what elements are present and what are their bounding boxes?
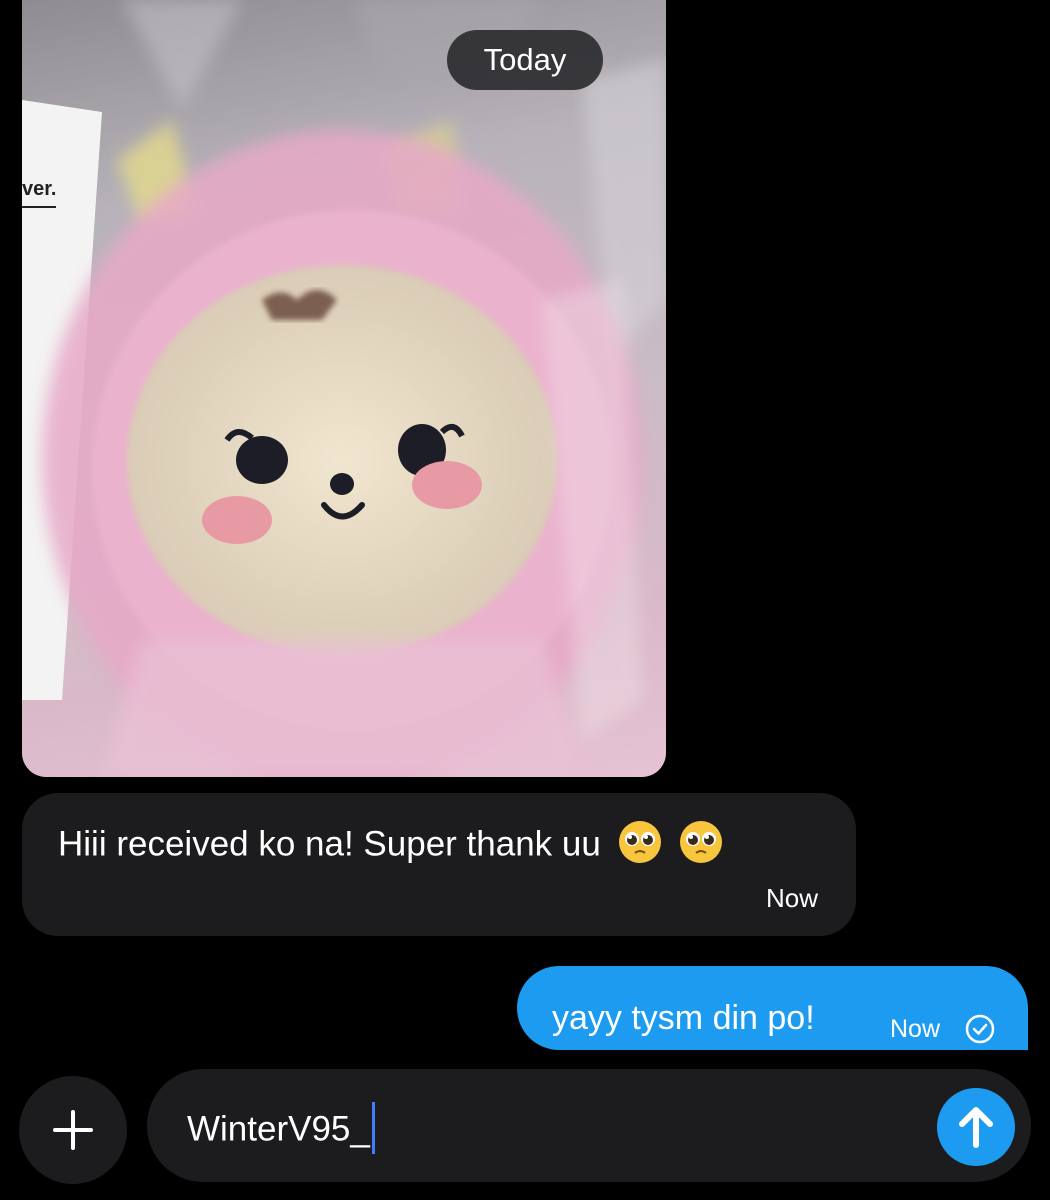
read-check-icon — [965, 1014, 995, 1044]
outgoing-message-bubble[interactable]: yayy tysm din po! Now — [517, 966, 1028, 1050]
message-input-value: WinterV95_ — [187, 1109, 370, 1149]
outgoing-message-time: Now — [890, 1015, 941, 1043]
send-button[interactable] — [937, 1088, 1015, 1166]
plush-photo-illustration — [22, 0, 666, 777]
outgoing-message-text: yayy tysm din po! — [552, 999, 815, 1037]
plus-icon — [53, 1110, 93, 1150]
date-divider: Today — [447, 30, 603, 90]
incoming-message-time: Now — [765, 883, 818, 913]
arrow-up-icon — [959, 1107, 993, 1148]
photo-card-underline — [22, 206, 56, 208]
message-input-container[interactable]: WinterV95_ — [147, 1069, 1031, 1182]
message-input[interactable]: WinterV95_ — [187, 1102, 375, 1157]
incoming-message-text: Hiii received ko na! Super thank uu — [58, 824, 601, 864]
chat-screen: ver. Today Hiii received ko na! Super th… — [0, 0, 1050, 1200]
pleading-face-emoji — [680, 821, 723, 863]
incoming-message-bubble[interactable]: Hiii received ko na! Super thank uu Now — [22, 793, 856, 936]
text-caret — [371, 1102, 375, 1154]
photo-card-label: ver. — [22, 178, 57, 200]
add-attachment-button[interactable] — [19, 1076, 127, 1184]
incoming-message: Hiii received ko na! Super thank uu — [58, 821, 724, 869]
received-photo[interactable]: ver. — [22, 0, 666, 777]
pleading-face-emoji — [618, 821, 661, 863]
